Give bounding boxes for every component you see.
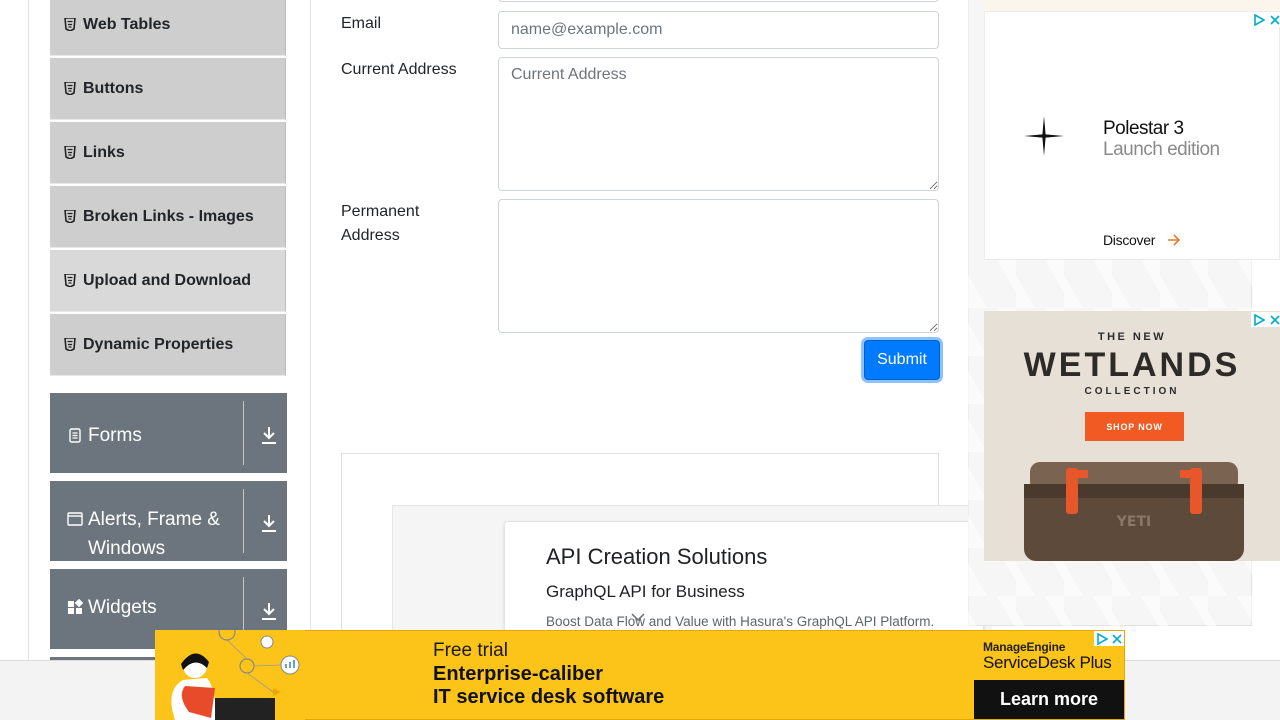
permanent-address-label: Permanent Address <box>341 203 420 244</box>
ad-strip <box>984 0 1280 11</box>
group-label: Alerts, Frame & Windows <box>88 509 220 559</box>
widgets-icon <box>68 599 83 614</box>
sidebar-item-label: Links <box>83 143 125 161</box>
sidebar-group-alerts[interactable]: Alerts, Frame & Windows <box>50 481 287 561</box>
group-label: Forms <box>88 425 142 446</box>
banner-brand: ManageEngine <box>983 640 1066 654</box>
cooler-image: YETI <box>1024 462 1244 561</box>
learn-more-button[interactable]: Learn more <box>974 680 1124 719</box>
window-icon <box>67 512 83 526</box>
banner-headline-1: Enterprise-caliber <box>433 663 604 685</box>
group-label: Widgets <box>88 597 157 618</box>
sidebar-item-buttons[interactable]: Buttons <box>50 58 286 120</box>
sidebar-item-label: Broken Links - Images <box>83 207 254 225</box>
ad-subtitle: GraphQL API for Business <box>546 582 745 601</box>
banner-eyebrow: Free trial <box>433 640 508 661</box>
sidebar-item-dynamic-properties[interactable]: Dynamic Properties <box>50 314 286 376</box>
html5-icon <box>64 338 76 351</box>
ad-brand-name: Polestar 3 <box>1103 118 1184 139</box>
previous-field[interactable] <box>498 0 939 2</box>
current-address-field[interactable] <box>498 57 939 191</box>
ad-eyebrow: THE NEW <box>1097 331 1167 343</box>
permanent-address-field[interactable] <box>498 199 939 333</box>
current-address-label: Current Address <box>341 61 457 78</box>
sidebar-item-links[interactable]: Links <box>50 122 286 184</box>
divider <box>243 401 244 465</box>
sidebar-item-label: Upload and Download <box>83 271 251 289</box>
email-field[interactable] <box>498 11 939 49</box>
adchoices-icon[interactable] <box>1251 312 1267 327</box>
close-ad-icon[interactable] <box>1109 631 1124 646</box>
ad-headline: WETLANDS <box>1023 346 1241 384</box>
ad-collection: COLLECTION <box>1084 386 1180 397</box>
html5-icon <box>64 18 76 31</box>
svg-text:YETI: YETI <box>1116 514 1151 530</box>
sidebar-item-label: Dynamic Properties <box>83 335 234 353</box>
adchoices-icon[interactable] <box>1094 631 1110 646</box>
sidebar-item-web-tables[interactable]: Web Tables <box>50 0 286 56</box>
banner-product: ServiceDesk Plus <box>983 653 1112 672</box>
adchoices-icon[interactable] <box>1251 12 1267 27</box>
group-header: Alerts, Frame & Windows <box>50 481 287 563</box>
group-header: Widgets <box>50 569 287 622</box>
divider <box>243 489 244 553</box>
email-label: Email <box>341 15 382 32</box>
close-ad-icon[interactable] <box>1267 312 1280 327</box>
group-header: Forms <box>50 393 287 450</box>
sidebar-group-forms[interactable]: Forms <box>50 393 287 473</box>
download-icon[interactable] <box>260 425 278 445</box>
discover-link[interactable]: Discover <box>1103 232 1155 248</box>
submit-button[interactable]: Submit <box>864 340 940 380</box>
sidebar-item-broken-links[interactable]: Broken Links - Images <box>50 186 286 248</box>
html5-icon <box>64 274 76 287</box>
html5-icon <box>64 146 76 159</box>
sidebar-item-label: Web Tables <box>83 15 171 33</box>
ad-title[interactable]: API Creation Solutions <box>546 544 767 570</box>
sidebar-item-label: Buttons <box>83 79 144 97</box>
html5-icon <box>64 210 76 223</box>
ad-description: Boost Data Flow and Value with Hasura's … <box>546 614 935 629</box>
chevron-down-icon[interactable] <box>630 612 646 622</box>
arrow-right-icon <box>1168 234 1181 246</box>
polestar-logo-icon <box>1024 116 1064 156</box>
banner-headline-2: IT service desk software <box>433 686 665 708</box>
document-icon <box>69 428 81 443</box>
shop-now-button[interactable]: SHOP NOW <box>1085 412 1184 441</box>
sidebar-item-upload-download[interactable]: Upload and Download <box>50 250 286 312</box>
banner-illustration <box>155 630 305 720</box>
close-ad-icon[interactable] <box>1267 12 1280 27</box>
download-icon[interactable] <box>260 513 278 533</box>
ad-edition: Launch edition <box>1103 139 1220 160</box>
download-icon[interactable] <box>260 601 278 621</box>
html5-icon <box>64 82 76 95</box>
